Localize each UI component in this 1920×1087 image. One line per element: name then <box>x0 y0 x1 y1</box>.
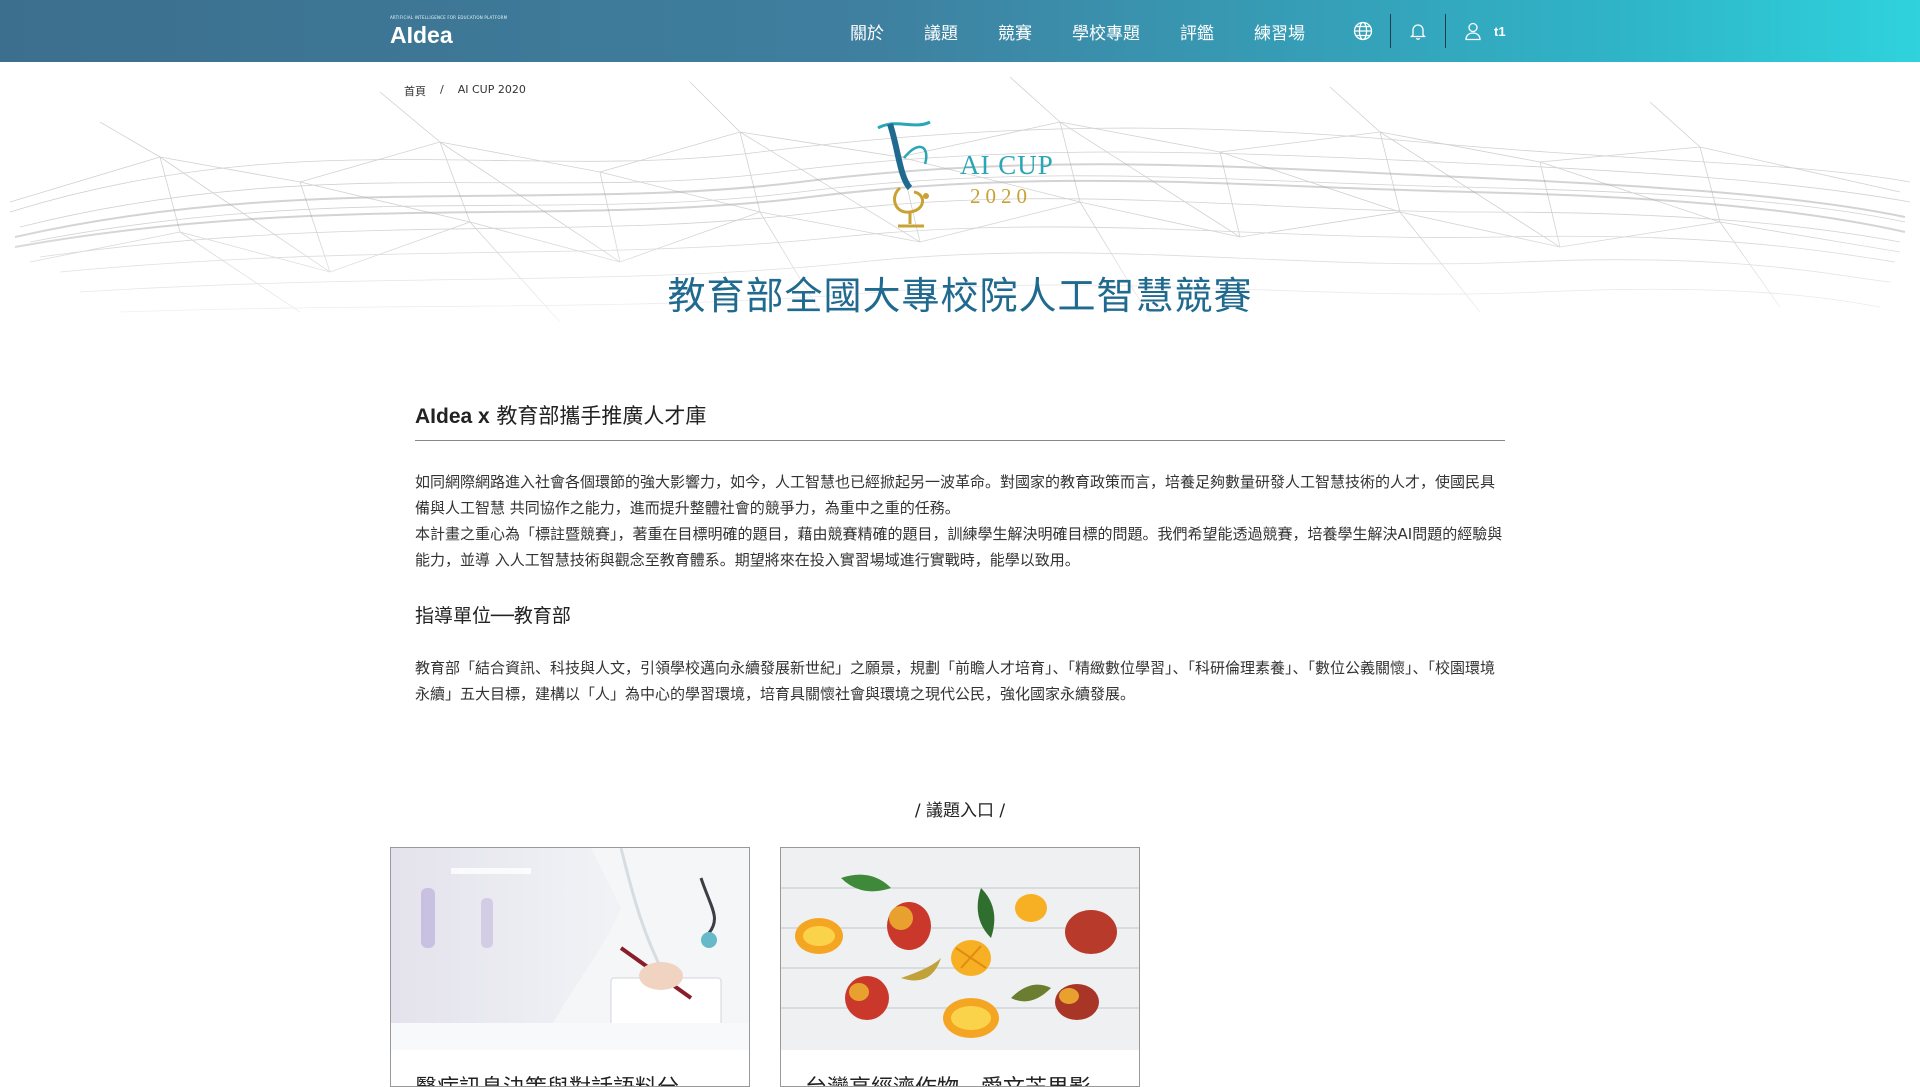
page-title: 教育部全國大專校院人工智慧競賽 <box>667 274 1253 318</box>
topic-card-title: 醫病訊息決策與對話語料分 <box>391 1050 749 1086</box>
topic-card-title: 台灣高經濟作物 - 愛文芒果影 <box>781 1050 1139 1086</box>
ai-cup-2020-logo: AI CUP 2020 <box>870 118 1053 236</box>
program-paragraph: 本計畫之重心為「標註暨競賽」，著重在目標明確的題目，藉由競賽精確的題目，訓練學生… <box>415 525 1503 569</box>
globe-icon[interactable] <box>1352 20 1374 42</box>
bell-icon[interactable] <box>1407 20 1429 42</box>
nav-divider <box>1445 14 1446 48</box>
doctor-writing-image <box>391 848 749 1050</box>
topic-card-mango[interactable]: 台灣高經濟作物 - 愛文芒果影 <box>780 847 1140 1087</box>
nav-item-evaluation[interactable]: 評鑑 <box>1180 19 1214 44</box>
topics-entry-heading: / 議題入口 / <box>914 801 1006 821</box>
nav-divider <box>1390 14 1391 48</box>
main-nav: 關於 議題 競賽 學校專題 評鑑 練習場 <box>850 0 1345 62</box>
nav-item-practice[interactable]: 練習場 <box>1254 19 1305 44</box>
intro-paragraph: 如同網際網路進入社會各個環節的強大影響力，如今，人工智慧也已經掀起另一波革命。對… <box>415 473 1496 517</box>
nav-item-competitions[interactable]: 競賽 <box>998 19 1032 44</box>
trophy-emblem-icon <box>877 120 931 228</box>
breadcrumb: 首頁 / AI CUP 2020 <box>404 83 526 99</box>
breadcrumb-separator: / <box>440 83 444 96</box>
ministry-paragraph: 教育部「結合資訊、科技與人文，引領學校邁向永續發展新世紀」之願景，規劃「前瞻人才… <box>415 659 1496 703</box>
nav-utility-icons: t1 <box>1352 0 1506 62</box>
ai-cup-logo-text: AI CUP <box>960 150 1054 180</box>
breadcrumb-home-link[interactable]: 首頁 <box>404 83 426 99</box>
section-title-brand: AIdea x <box>415 405 490 428</box>
section-title: AIdea x 教育部攜手推廣人才庫 <box>415 400 1505 441</box>
intro-section: AIdea x 教育部攜手推廣人才庫 如同網際網路進入社會各個環節的強大影響力，… <box>415 400 1505 707</box>
ai-cup-logo-year: 2020 <box>970 184 1032 208</box>
mango-image <box>781 848 1139 1050</box>
nav-item-about[interactable]: 關於 <box>850 19 884 44</box>
guidance-unit-title: 指導單位──教育部 <box>415 605 571 627</box>
topic-card-medical[interactable]: 醫病訊息決策與對話語料分 <box>390 847 750 1087</box>
user-name[interactable]: t1 <box>1494 24 1506 39</box>
nav-item-school-projects[interactable]: 學校專題 <box>1072 19 1140 44</box>
user-icon[interactable] <box>1462 20 1484 42</box>
aidea-logo[interactable]: ARTIFICIAL INTELLIGENCE FOR EDUCATION PL… <box>386 10 507 52</box>
breadcrumb-current: AI CUP 2020 <box>457 83 526 96</box>
section-title-text: 教育部攜手推廣人才庫 <box>489 404 707 428</box>
logo-tagline: ARTIFICIAL INTELLIGENCE FOR EDUCATION PL… <box>390 14 508 20</box>
top-navigation-bar: ARTIFICIAL INTELLIGENCE FOR EDUCATION PL… <box>0 0 1920 62</box>
nav-item-topics[interactable]: 議題 <box>924 19 958 44</box>
logo-wordmark: AIdea <box>390 21 453 48</box>
hero-banner: 首頁 / AI CUP 2020 AI CUP 2020 教育部全國大專校院人工… <box>0 62 1920 362</box>
